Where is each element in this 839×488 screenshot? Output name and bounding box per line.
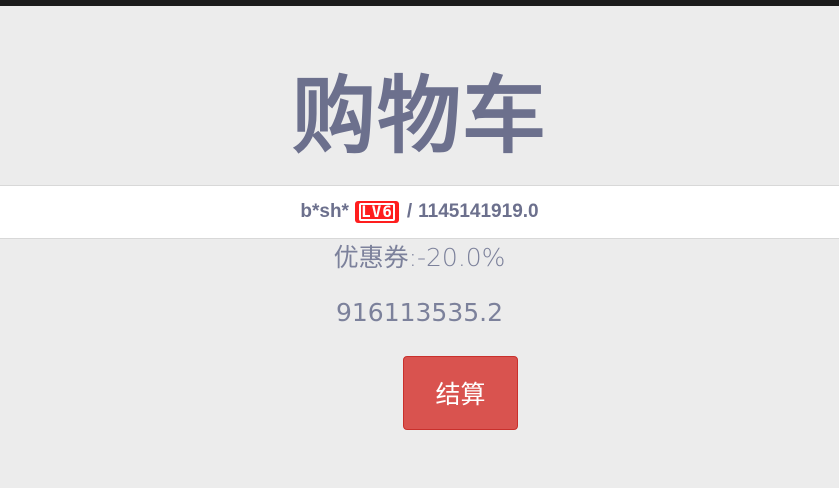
- level-badge-label: LV6: [358, 202, 395, 221]
- user-info-bar: b*sh* LV6 / 1145141919.0: [0, 185, 839, 239]
- checkout-button[interactable]: 结算: [403, 356, 518, 430]
- cart-total: 916113535.2: [335, 298, 503, 327]
- username: b*sh*: [300, 201, 349, 222]
- level-badge: LV6: [354, 201, 399, 223]
- page-title: 购物车: [291, 67, 547, 165]
- account-balance: 1145141919.0: [418, 201, 539, 222]
- top-bar: [0, 0, 839, 6]
- cart-page: 购物车 b*sh* LV6 / 1145141919.0 优惠券:-20.0% …: [0, 0, 839, 488]
- coupon-discount: 优惠券:-20.0%: [333, 243, 506, 272]
- separator: /: [406, 201, 413, 222]
